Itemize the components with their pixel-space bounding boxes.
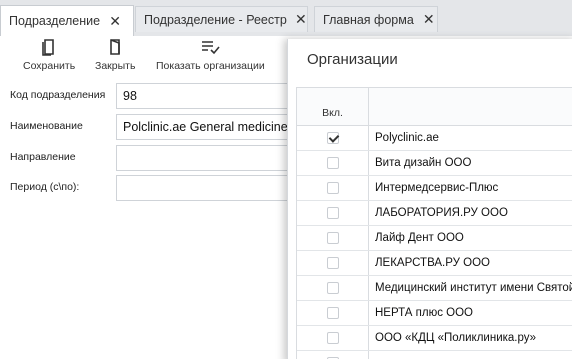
column-incl-header[interactable]: Вкл. [297,88,369,125]
table-row[interactable]: Polyclinic.ae [297,126,572,151]
organization-name: Лайф Дент ООО [375,232,464,244]
direction-row: Направление [0,145,296,171]
include-checkbox[interactable] [326,157,339,169]
tab-label: Подразделение - Реестр [144,12,287,27]
period-label: Период (с\по): [10,181,80,193]
save-label: Сохранить [23,60,76,72]
name-field[interactable]: Polclinic.ae General medicine [116,114,296,140]
code-label: Код подразделения [10,89,106,101]
organization-name: Polyclinic.ae [375,132,439,144]
table-row[interactable]: Вита дизайн ООО [297,151,572,176]
close-icon[interactable]: ✕ [108,13,122,30]
close-icon[interactable]: ✕ [422,11,436,28]
save-icon [42,39,54,56]
organization-name [369,351,572,359]
period-row: Период (с\по): [0,175,296,201]
direction-label: Направление [10,151,76,163]
include-checkbox[interactable] [326,332,339,344]
include-cell [297,201,369,225]
table-row[interactable]: ООО «КДЦ «Поликлиника.ру» [297,326,572,351]
list-check-icon [202,41,220,55]
close-label: Закрыть [95,60,136,72]
include-cell [297,151,369,175]
table-row[interactable]: Лайф Дент ООО [297,226,572,251]
include-cell [297,301,369,325]
tab-label: Главная форма [323,12,414,27]
show-organizations-label: Показать организации [156,60,265,72]
period-field[interactable] [116,175,296,201]
column-name-header[interactable] [369,88,572,125]
table-row[interactable]: НЕРТА плюс ООО [297,301,572,326]
organizations-dialog: Организации Вкл. Polyclinic.ae Вита дизай… [287,39,572,359]
organization-name: ООО «КДЦ «Поликлиника.ру» [375,332,537,344]
name-row: Наименование Polclinic.ae General medici… [0,114,296,140]
code-row: Код подразделения 98 [0,83,296,109]
include-cell [297,351,369,359]
organizations-grid: Вкл. Polyclinic.ae Вита дизайн ООО Интерме… [296,87,572,359]
table-row[interactable]: ЛЕКАРСТВА.РУ ООО [297,251,572,276]
tab-subdivision-registry[interactable]: Подразделение - Реестр ✕ [135,6,308,32]
toolbar: Сохранить Закрыть Показать организации [0,36,290,80]
organization-name: Интермедсервис-Плюс [375,182,499,194]
include-checkbox[interactable] [326,282,339,294]
include-cell [297,126,369,150]
code-field[interactable]: 98 [116,83,296,109]
tab-main-form[interactable]: Главная форма ✕ [314,6,438,32]
close-button[interactable]: Закрыть [95,38,135,72]
tab-subdivision[interactable]: Подразделение ✕ [0,5,134,36]
include-checkbox[interactable] [326,232,339,244]
save-button[interactable]: Сохранить [23,38,75,72]
table-row[interactable]: Интермедсервис-Плюс [297,176,572,201]
table-row[interactable]: ЛАБОРАТОРИЯ.РУ ООО [297,201,572,226]
organization-name: Вита дизайн ООО [375,157,472,169]
direction-field[interactable] [116,145,296,171]
name-label: Наименование [10,120,83,132]
organization-name: Медицинский институт имени Святой Анны [375,282,572,294]
include-checkbox[interactable] [326,257,339,269]
organization-name: НЕРТА плюс ООО [375,307,473,319]
organization-name: ЛАБОРАТОРИЯ.РУ ООО [375,207,508,219]
close-icon[interactable]: ✕ [295,11,307,28]
table-row[interactable]: Медицинский институт имени Святой Анны [297,276,572,301]
dialog-title: Организации [307,51,398,68]
include-checkbox[interactable] [326,307,339,319]
include-checkbox[interactable] [326,207,339,219]
include-cell [297,326,369,350]
table-row[interactable] [297,351,572,359]
grid-header: Вкл. [297,88,572,126]
include-cell [297,251,369,275]
tab-label: Подразделение [9,14,101,28]
include-checkbox[interactable] [326,132,339,144]
include-cell [297,226,369,250]
include-checkbox[interactable] [326,182,339,194]
organization-name: ЛЕКАРСТВА.РУ ООО [375,257,490,269]
include-cell [297,276,369,300]
close-doc-icon [110,39,121,55]
show-organizations-button[interactable]: Показать организации [156,38,265,72]
include-cell [297,176,369,200]
tab-bar: Подразделение ✕ Подразделение - Реестр ✕… [0,0,572,36]
